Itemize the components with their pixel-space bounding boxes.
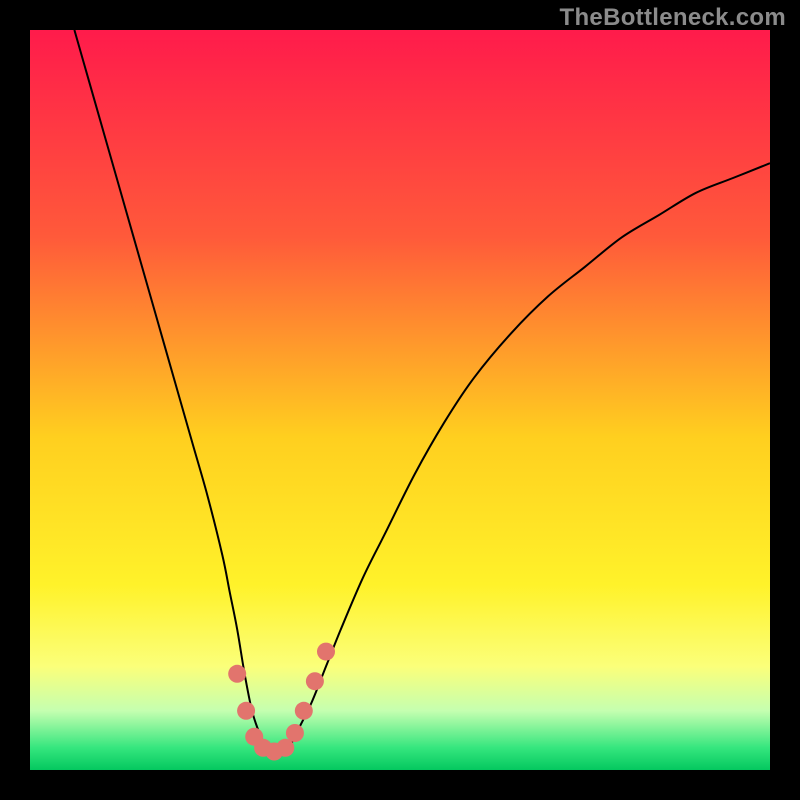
marker-point bbox=[228, 665, 246, 683]
marker-point bbox=[295, 702, 313, 720]
marker-point bbox=[306, 672, 324, 690]
marker-point bbox=[317, 643, 335, 661]
chart-frame: TheBottleneck.com bbox=[0, 0, 800, 800]
chart-background bbox=[30, 30, 770, 770]
marker-point bbox=[237, 702, 255, 720]
chart-plot-area bbox=[30, 30, 770, 770]
watermark-text: TheBottleneck.com bbox=[560, 4, 786, 32]
chart-svg bbox=[30, 30, 770, 770]
marker-point bbox=[286, 724, 304, 742]
marker-point bbox=[276, 739, 294, 757]
